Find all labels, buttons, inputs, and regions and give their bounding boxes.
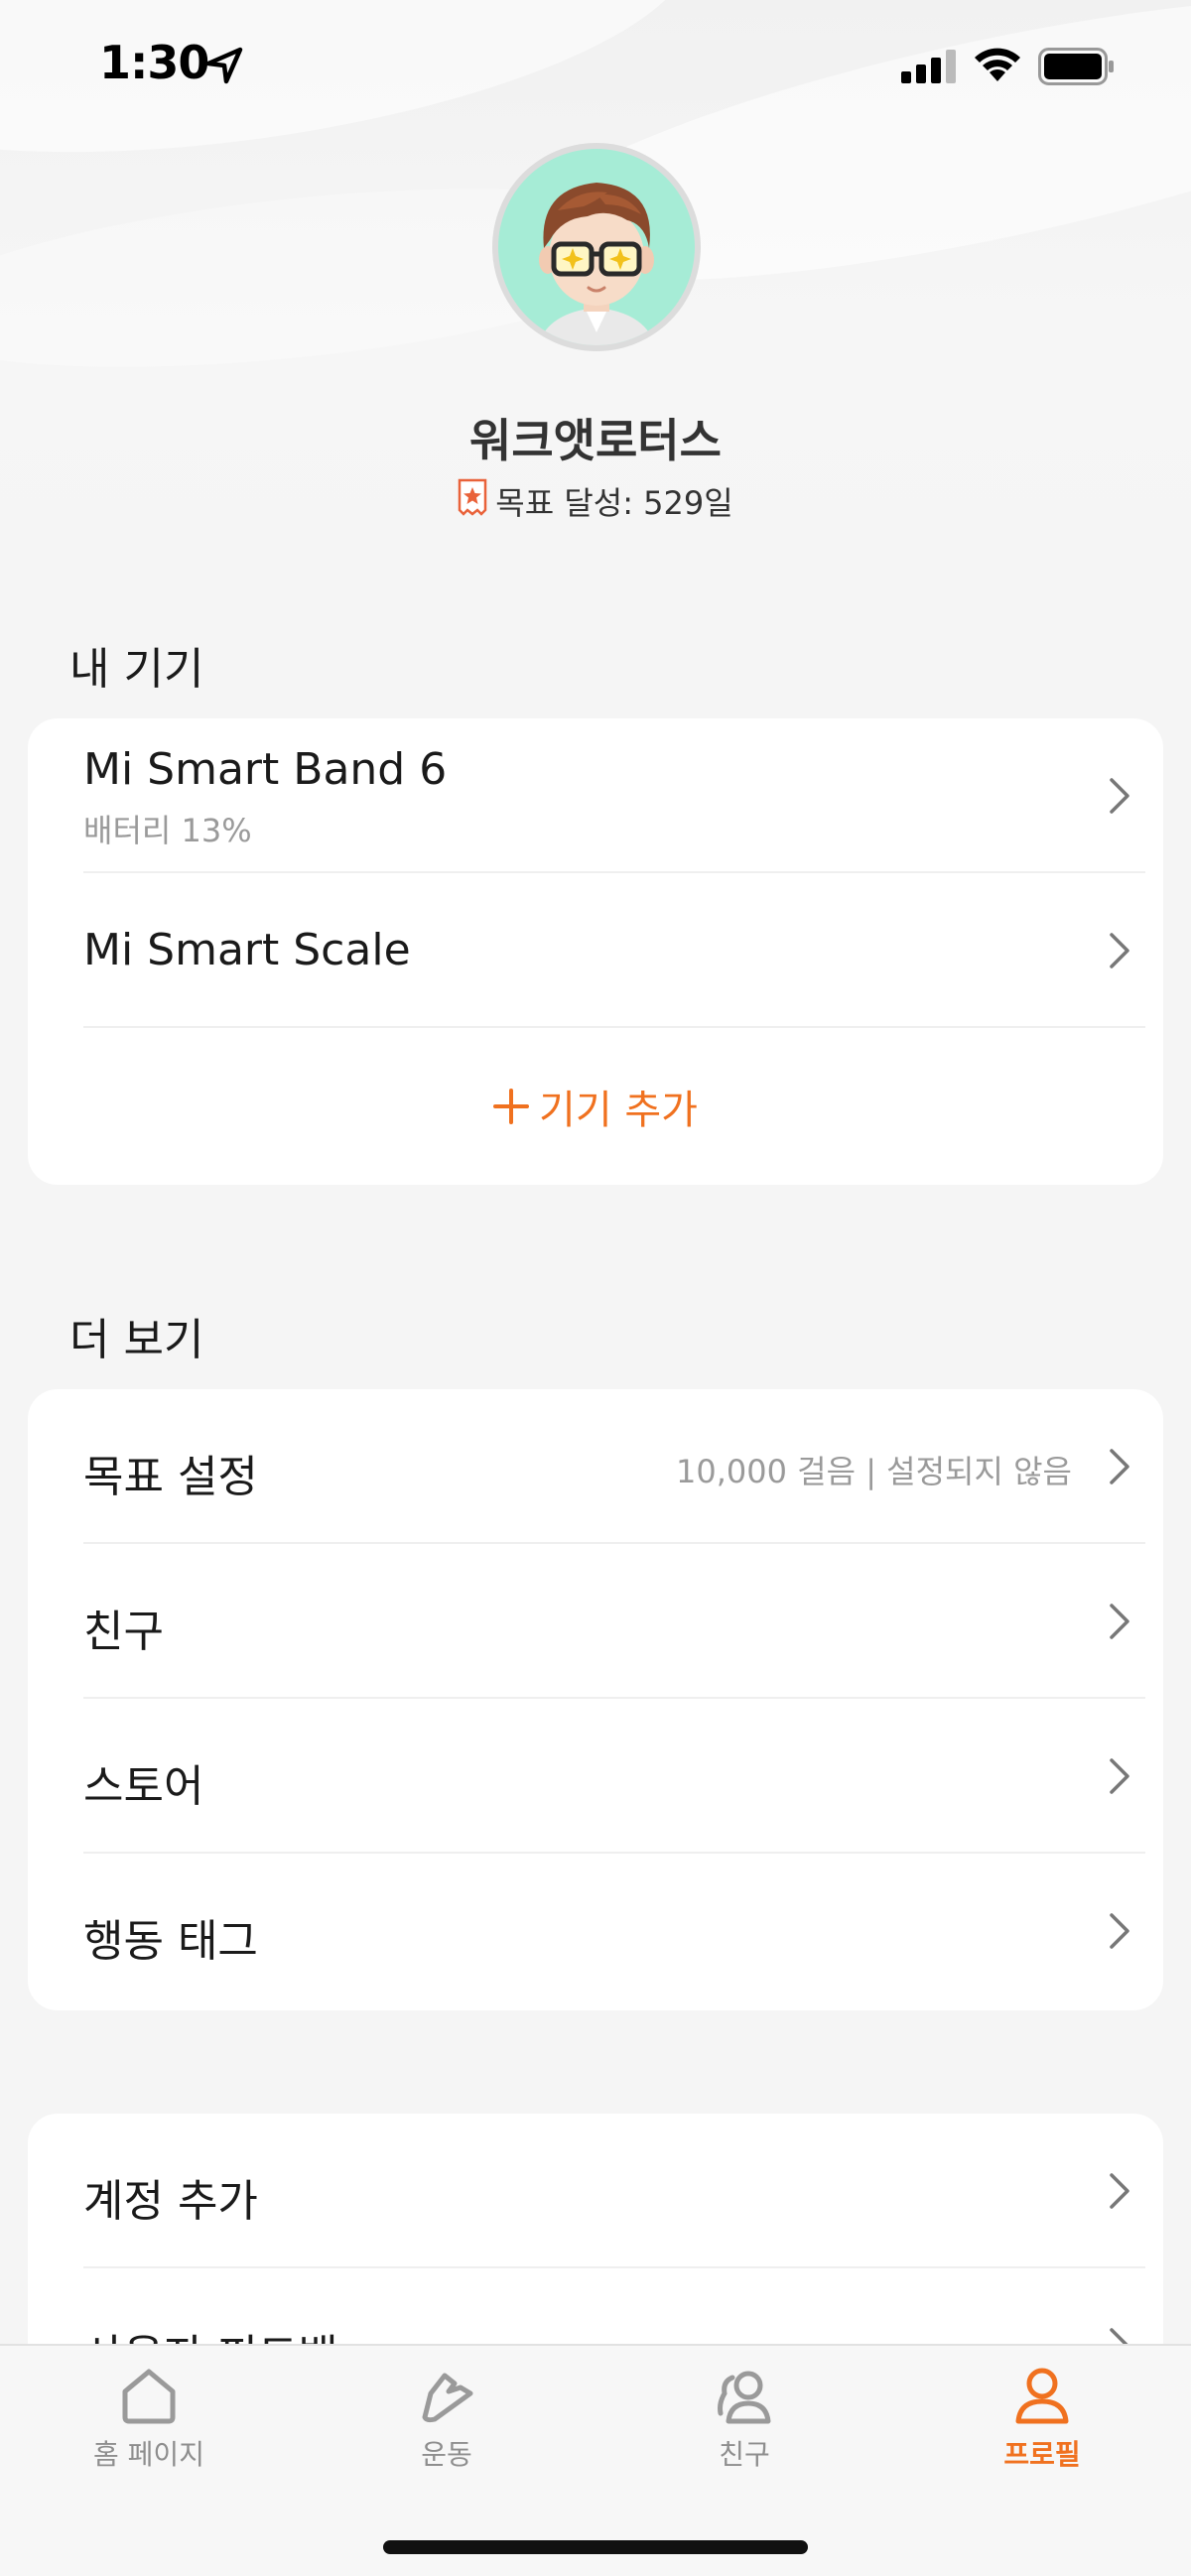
goal-text: 목표 달성: 529일 xyxy=(495,484,733,522)
nav-tab-home[interactable]: 홈 페이지 xyxy=(0,2364,298,2473)
divider xyxy=(83,1026,1145,1028)
device-row-band[interactable]: Mi Smart Band 6 배터리 13% xyxy=(83,718,1145,873)
location-arrow-icon xyxy=(204,46,244,89)
home-indicator xyxy=(383,2540,808,2554)
device-name: Mi Smart Scale xyxy=(83,925,411,975)
chevron-right-icon xyxy=(1110,778,1129,814)
avatar-glasses-character-icon xyxy=(498,149,695,345)
devices-section-title: 내 기기 xyxy=(69,644,204,695)
devices-card: Mi Smart Band 6 배터리 13% Mi Smart Scale 기… xyxy=(28,718,1163,1185)
nav-label: 운동 xyxy=(421,2438,472,2471)
nav-label: 친구 xyxy=(719,2438,770,2471)
menu-item-goal-settings[interactable]: 목표 설정 10,000 걸음 | 설정되지 않음 xyxy=(83,1389,1145,1544)
chevron-right-icon xyxy=(1110,933,1129,968)
status-time: 1:30 xyxy=(99,36,209,89)
more-card: 목표 설정 10,000 걸음 | 설정되지 않음 친구 스토어 행동 태그 xyxy=(28,1389,1163,2010)
menu-item-behavior-tags[interactable]: 행동 태그 xyxy=(83,1854,1145,2008)
goal-achievement: 목표 달성: 529일 xyxy=(0,478,1191,524)
chevron-right-icon xyxy=(1110,1604,1129,1639)
nav-tab-profile[interactable]: 프로필 xyxy=(893,2364,1191,2473)
nav-label: 프로필 xyxy=(1003,2438,1081,2471)
friends-icon xyxy=(718,2371,771,2424)
menu-item-label: 행동 태그 xyxy=(83,1916,258,1967)
goal-badge-icon xyxy=(458,478,487,524)
menu-item-friends[interactable]: 친구 xyxy=(83,1544,1145,1699)
menu-item-label: 계정 추가 xyxy=(83,2176,258,2227)
chevron-right-icon xyxy=(1110,2173,1129,2209)
profile-icon xyxy=(1015,2368,1069,2424)
chevron-right-icon xyxy=(1110,1758,1129,1794)
nav-label: 홈 페이지 xyxy=(93,2438,204,2471)
chevron-right-icon xyxy=(1110,1449,1129,1484)
shoe-icon xyxy=(422,2373,473,2423)
device-battery: 배터리 13% xyxy=(83,812,252,849)
more-section-title: 더 보기 xyxy=(69,1315,204,1365)
menu-item-label: 스토어 xyxy=(83,1761,204,1812)
device-row-scale[interactable]: Mi Smart Scale xyxy=(83,873,1145,1028)
home-icon xyxy=(122,2369,176,2424)
menu-item-label: 친구 xyxy=(83,1607,164,1657)
menu-item-store[interactable]: 스토어 xyxy=(83,1699,1145,1854)
username: 워크앳로터스 xyxy=(469,414,722,467)
chevron-right-icon xyxy=(1110,1913,1129,1949)
add-device-label: 기기 추가 xyxy=(539,1088,698,1133)
wifi-icon xyxy=(973,46,1022,87)
menu-item-label: 목표 설정 xyxy=(83,1452,258,1502)
avatar[interactable] xyxy=(492,143,701,351)
plus-icon xyxy=(493,1089,530,1124)
battery-icon xyxy=(1038,48,1116,89)
goal-settings-value: 10,000 걸음 | 설정되지 않음 xyxy=(676,1453,1072,1490)
status-bar: 1:30 xyxy=(0,0,1191,129)
menu-item-add-account[interactable]: 계정 추가 xyxy=(83,2114,1145,2268)
nav-tab-workout[interactable]: 운동 xyxy=(298,2364,596,2473)
nav-tab-friends[interactable]: 친구 xyxy=(596,2364,893,2473)
add-device-button[interactable]: 기기 추가 xyxy=(28,1078,1163,1135)
device-name: Mi Smart Band 6 xyxy=(83,744,448,795)
cell-signal-icon xyxy=(901,50,957,87)
